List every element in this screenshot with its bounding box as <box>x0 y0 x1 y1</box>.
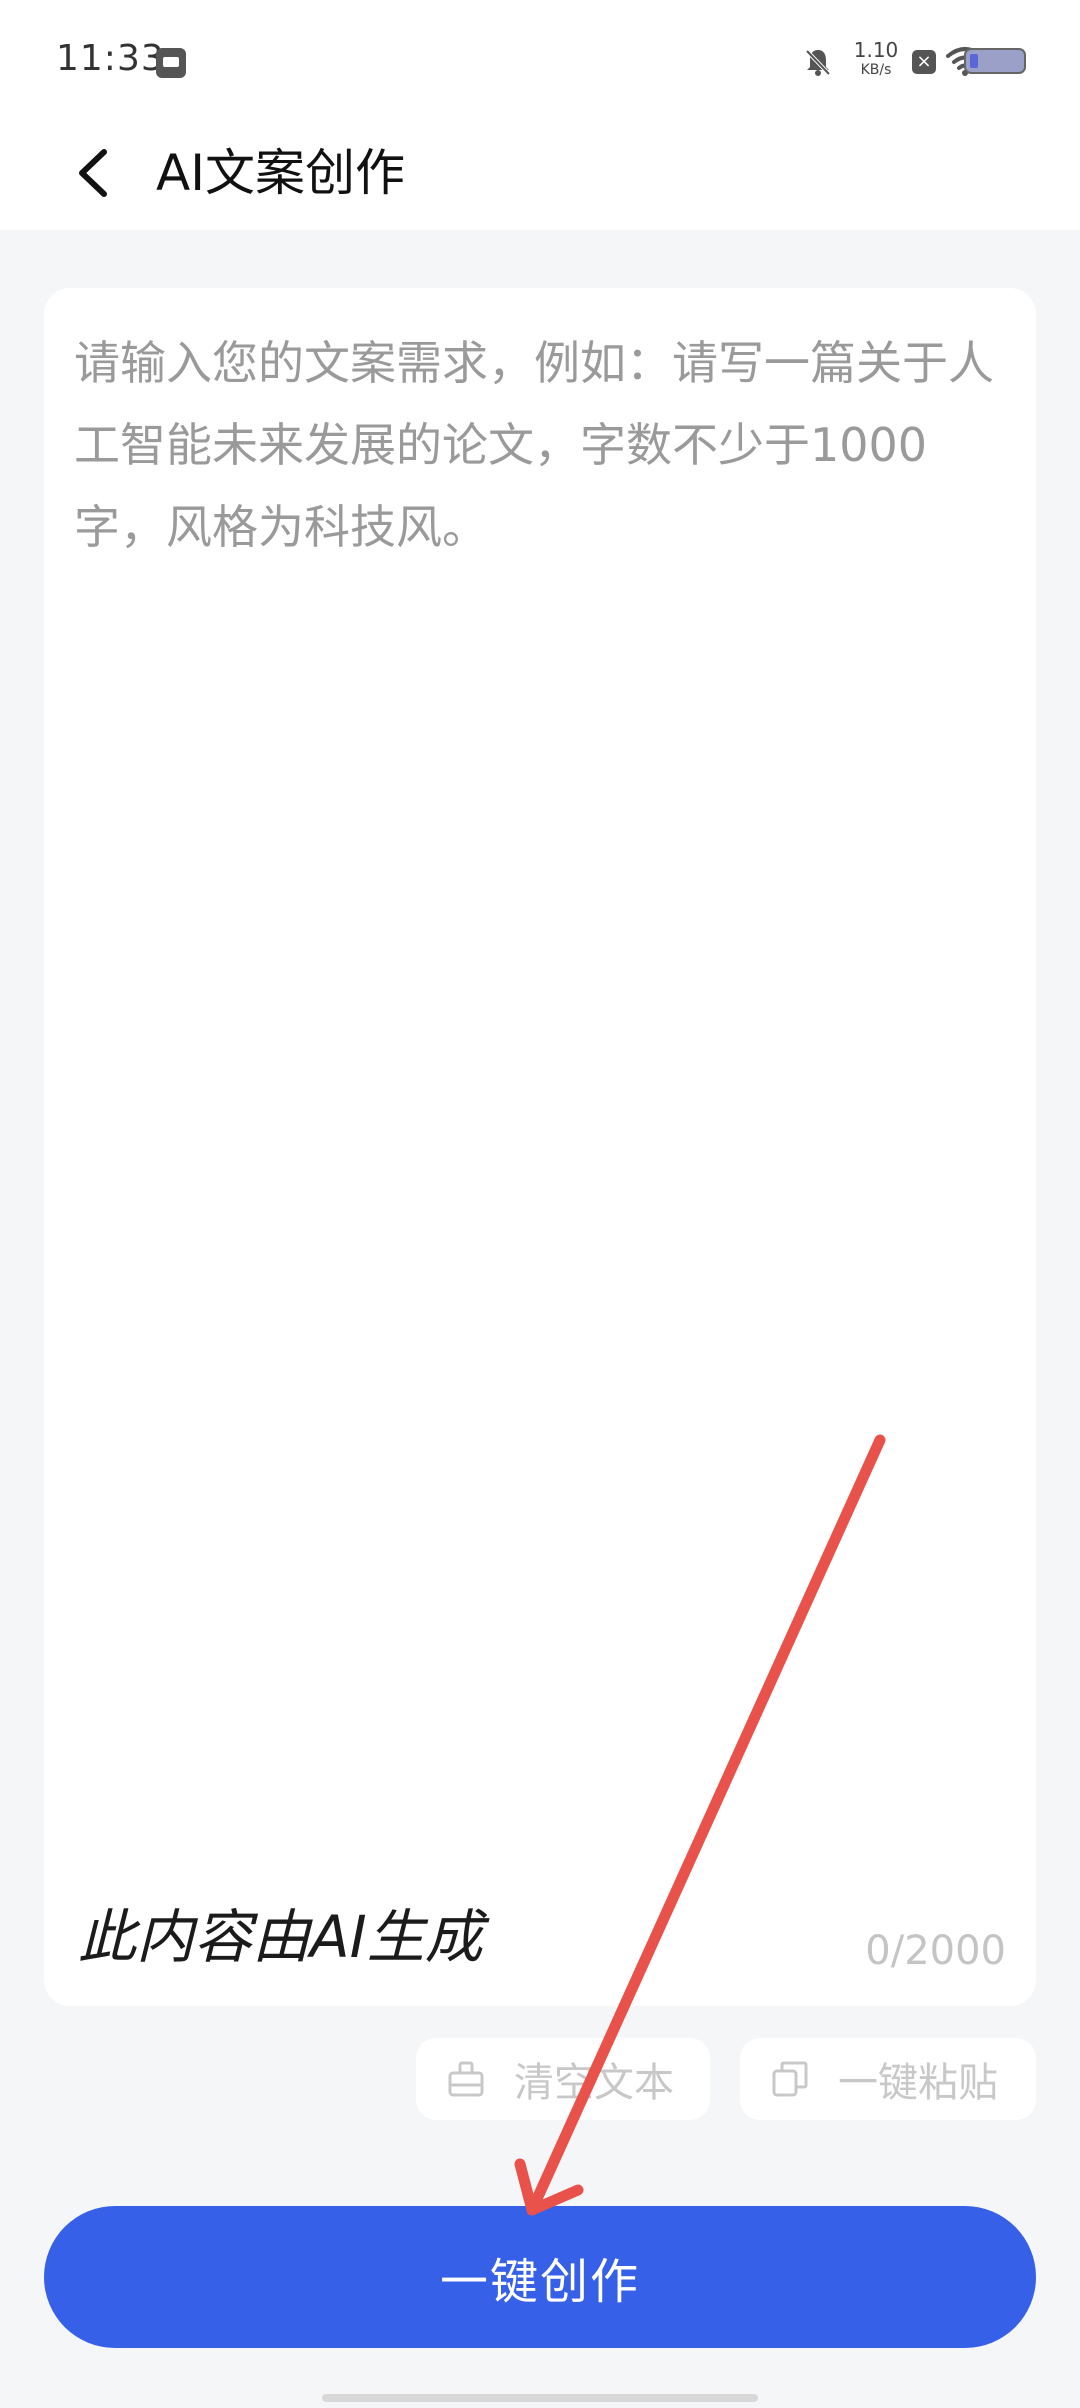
create-button-label: 一键创作 <box>439 2254 640 2310</box>
network-speed: 1.10 KB/s <box>848 40 904 80</box>
status-bar: 11:33 1.10 KB/s × <box>0 0 1080 120</box>
ai-generated-watermark: 此内容由AI生成 <box>78 1903 483 1971</box>
character-counter: 0/2000 <box>865 1928 1006 1974</box>
prompt-textarea[interactable]: 请输入您的文案需求，例如：请写一篇关于人工智能未来发展的论文，字数不少于1000… <box>44 288 1036 2006</box>
status-time: 11:33 <box>56 38 165 79</box>
network-speed-unit: KB/s <box>860 62 892 78</box>
eraser-icon <box>448 2061 484 2097</box>
battery-icon <box>964 48 1026 74</box>
network-speed-value: 1.10 <box>853 38 899 62</box>
copy-icon <box>772 2061 808 2097</box>
paste-button[interactable]: 一键粘贴 <box>740 2038 1036 2120</box>
paste-label: 一键粘贴 <box>838 2060 998 2106</box>
app-header: AI文案创作 <box>0 120 1080 230</box>
create-button[interactable]: 一键创作 <box>44 2206 1036 2348</box>
bell-muted-icon <box>802 46 834 82</box>
page-title: AI文案创作 <box>156 144 405 202</box>
home-indicator <box>322 2394 758 2402</box>
clear-text-button[interactable]: 清空文本 <box>416 2038 710 2120</box>
no-sim-icon: × <box>912 50 936 74</box>
chevron-left-icon <box>79 149 107 197</box>
notification-app-icon <box>156 48 186 78</box>
prompt-placeholder: 请输入您的文案需求，例如：请写一篇关于人工智能未来发展的论文，字数不少于1000… <box>74 336 994 554</box>
back-button[interactable] <box>60 138 130 208</box>
clear-text-label: 清空文本 <box>514 2060 674 2106</box>
